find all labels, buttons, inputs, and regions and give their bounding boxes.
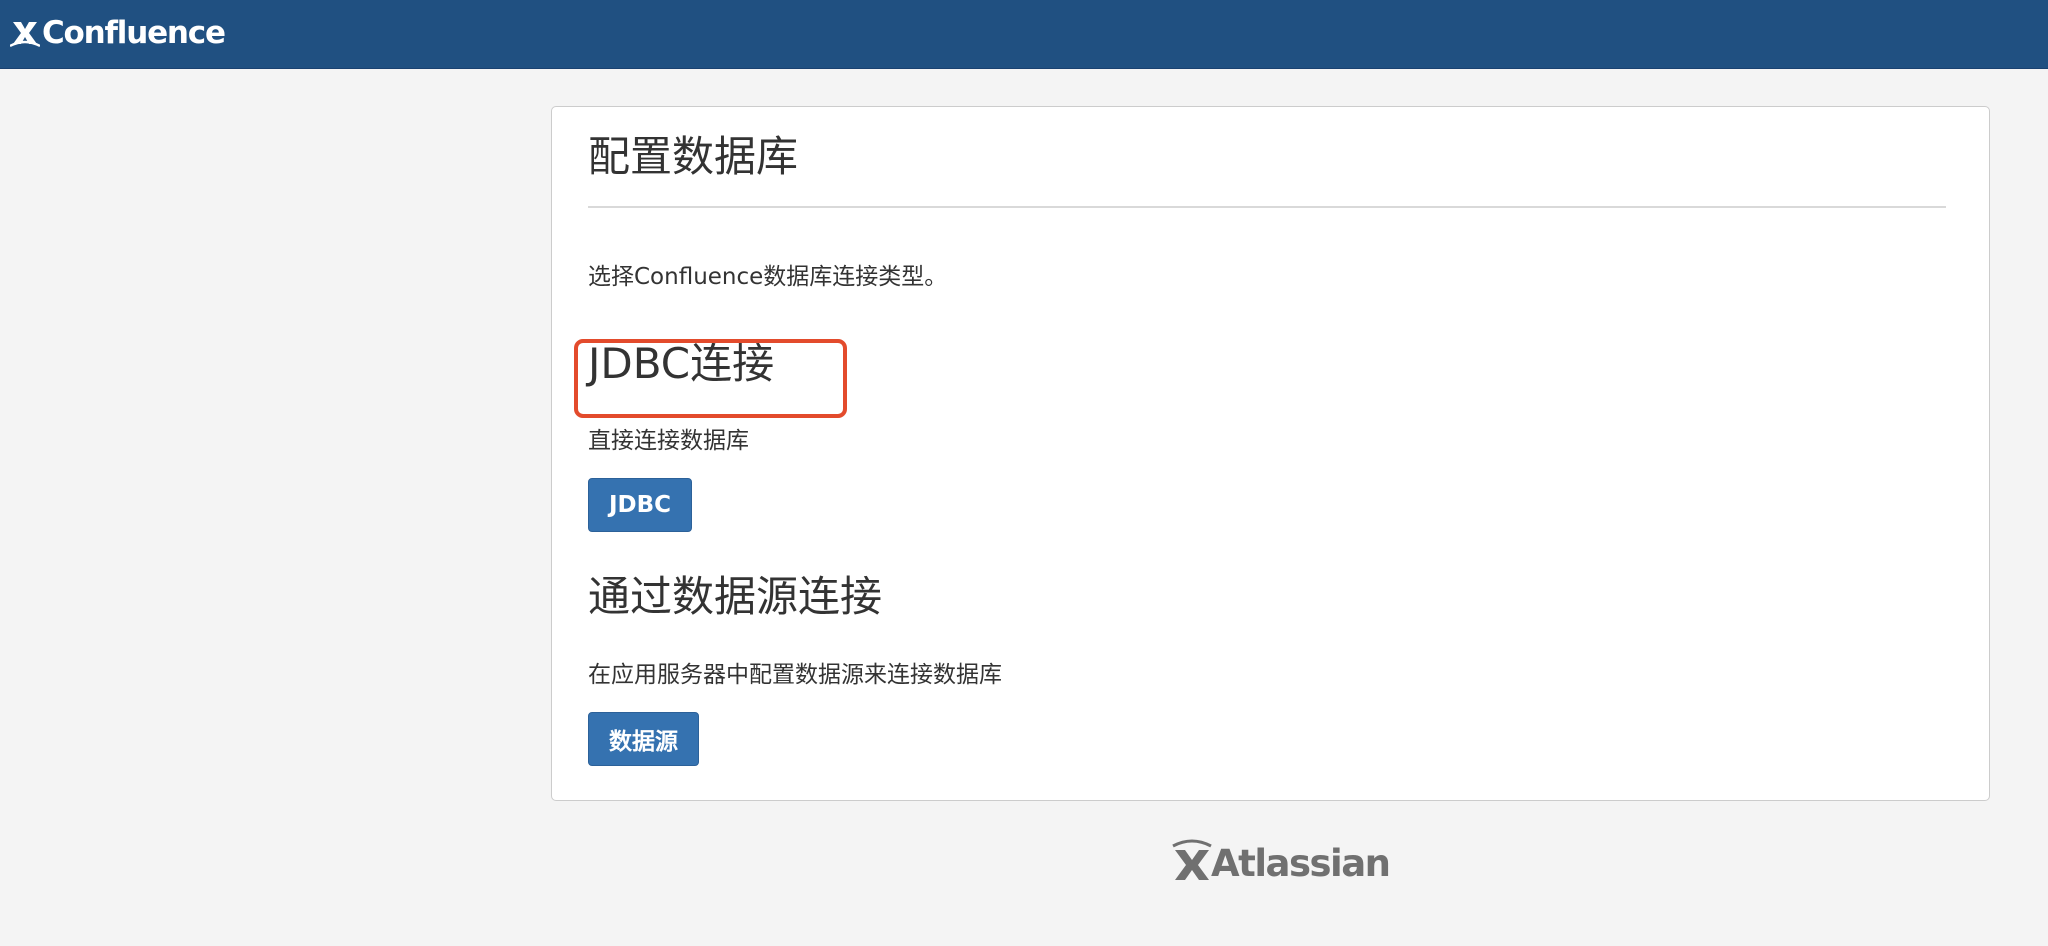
- configure-database-panel: 配置数据库 选择Confluence数据库连接类型。 JDBC连接 直接连接数据…: [551, 106, 1990, 801]
- confluence-logo-text: Confluence: [42, 15, 226, 51]
- jdbc-section-heading: JDBC连接: [588, 339, 775, 388]
- jdbc-button[interactable]: JDBC: [588, 478, 693, 532]
- jdbc-section-description: 直接连接数据库: [588, 428, 749, 454]
- atlassian-footer-logo[interactable]: Atlassian: [1171, 838, 1391, 888]
- atlassian-logo-text: Atlassian: [1211, 841, 1391, 885]
- title-divider: [588, 206, 1946, 208]
- datasource-section-heading: 通过数据源连接: [588, 572, 883, 621]
- top-header-bar: Confluence: [0, 0, 2048, 69]
- atlassian-x-icon: [1171, 838, 1213, 888]
- datasource-button[interactable]: 数据源: [588, 712, 699, 766]
- confluence-logo[interactable]: Confluence: [10, 13, 226, 53]
- datasource-section-description: 在应用服务器中配置数据源来连接数据库: [588, 662, 1002, 688]
- page-title: 配置数据库: [588, 132, 799, 181]
- intro-text: 选择Confluence数据库连接类型。: [588, 264, 948, 290]
- confluence-x-icon: [10, 18, 40, 48]
